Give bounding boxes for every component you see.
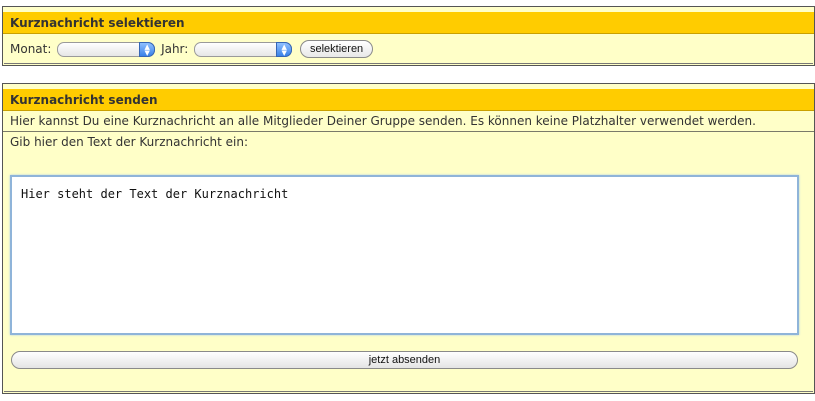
info-text: Hier kannst Du eine Kurznachricht an all… — [3, 111, 814, 132]
send-message-panel: Kurznachricht senden Hier kannst Du eine… — [2, 83, 815, 394]
send-panel-title: Kurznachricht senden — [3, 89, 814, 111]
select-arrows-icon: ▲ ▼ — [276, 41, 293, 57]
select-arrows-icon: ▲ ▼ — [139, 41, 156, 57]
send-button[interactable]: jetzt absenden — [11, 351, 798, 369]
select-message-panel: Kurznachricht selektieren Monat: ▲ ▼ Jahr… — [2, 6, 815, 66]
year-select[interactable]: ▲ ▼ — [194, 41, 293, 57]
month-select[interactable]: ▲ ▼ — [57, 41, 156, 57]
year-label: Jahr: — [161, 42, 189, 56]
select-button[interactable]: selektieren — [299, 40, 374, 58]
select-panel-title: Kurznachricht selektieren — [3, 12, 814, 34]
month-label: Monat: — [10, 42, 52, 56]
message-textarea[interactable]: Hier steht der Text der Kurznachricht — [10, 175, 799, 335]
prompt-text: Gib hier den Text der Kurznachricht ein: — [10, 135, 249, 149]
select-row: Monat: ▲ ▼ Jahr: ▲ ▼ selektieren — [10, 40, 374, 58]
